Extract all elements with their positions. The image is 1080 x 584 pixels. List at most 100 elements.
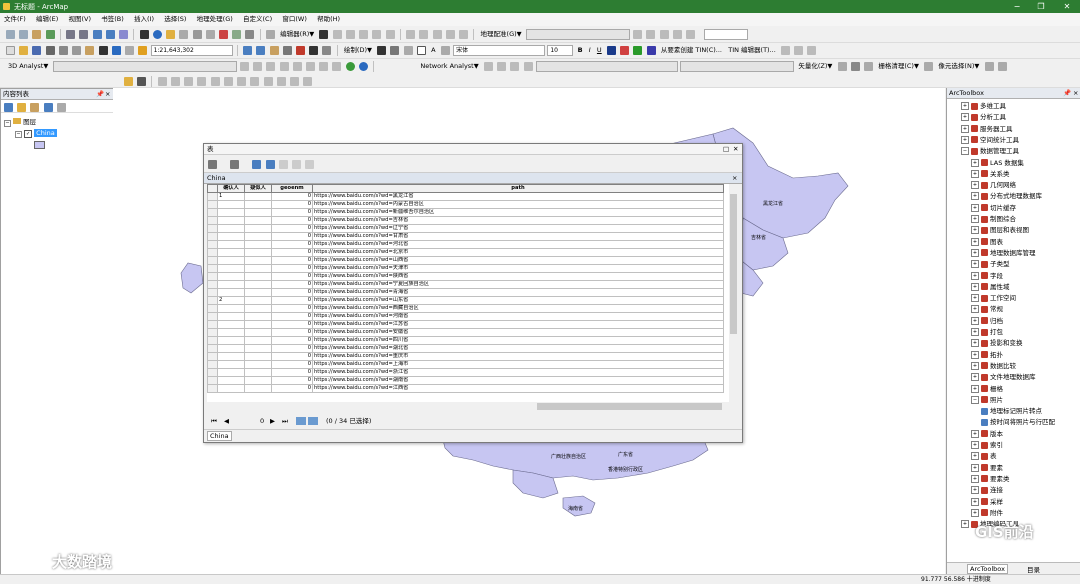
fill-color-icon[interactable] bbox=[620, 46, 630, 55]
expand-icon[interactable]: + bbox=[961, 124, 969, 133]
expand-icon[interactable]: + bbox=[971, 497, 979, 506]
table-cell[interactable]: https://www.baidu.com/s?wd=上海市 bbox=[312, 360, 724, 369]
table-cell[interactable]: https://www.baidu.com/s?wd=江苏省 bbox=[312, 320, 724, 329]
arctoolbox-tab[interactable]: ArcToolbox bbox=[967, 564, 1008, 574]
row-selector[interactable] bbox=[207, 288, 218, 297]
tin-tool3-icon[interactable] bbox=[807, 46, 817, 55]
toolbox-item[interactable]: + 数据比较 bbox=[971, 361, 1016, 372]
table-cell[interactable] bbox=[244, 224, 272, 233]
pin-icon[interactable]: 📌 bbox=[96, 89, 104, 99]
table-cell[interactable]: https://www.baidu.com/s?wd=湖南省 bbox=[312, 376, 724, 385]
table-cell[interactable] bbox=[217, 216, 245, 225]
table-cell[interactable] bbox=[217, 328, 245, 337]
toolbox-item[interactable]: + 投影和变换 bbox=[971, 338, 1023, 349]
tin-editor-button[interactable]: TIN 编辑器(T)... bbox=[726, 43, 778, 58]
table-row[interactable]: 0 https://www.baidu.com/s?wd=内蒙古自治区 bbox=[207, 200, 724, 209]
editor-menu[interactable]: 编辑器(R)▼ bbox=[278, 27, 316, 42]
align12-icon[interactable] bbox=[303, 77, 313, 86]
table-cell[interactable]: 0 bbox=[271, 376, 313, 385]
network-directions-icon[interactable] bbox=[523, 62, 533, 71]
scrollbar-thumb[interactable] bbox=[730, 194, 737, 334]
align11-icon[interactable] bbox=[290, 77, 300, 86]
expand-icon[interactable]: + bbox=[961, 102, 969, 110]
editor-toolbar-icon[interactable] bbox=[265, 30, 275, 39]
table-cell[interactable]: 0 bbox=[271, 360, 313, 369]
table-cell[interactable] bbox=[217, 376, 245, 385]
table-row[interactable]: 0 https://www.baidu.com/s?wd=江苏省 bbox=[207, 320, 724, 329]
network-window-icon[interactable] bbox=[483, 62, 493, 71]
table-cell[interactable] bbox=[244, 288, 272, 297]
toolbox-item[interactable]: + 分析工具 bbox=[961, 112, 1006, 123]
arcscene-icon[interactable] bbox=[345, 62, 355, 71]
vectorize-tool1-icon[interactable] bbox=[837, 62, 847, 71]
list-by-drawing-order-icon[interactable] bbox=[4, 103, 13, 112]
row-selector[interactable] bbox=[207, 344, 218, 353]
marker-color-icon[interactable] bbox=[646, 46, 656, 55]
table-cell[interactable]: https://www.baidu.com/s?wd=河北省 bbox=[312, 240, 724, 249]
close-table-icon[interactable]: × bbox=[732, 173, 737, 183]
table-cell[interactable]: 0 bbox=[271, 296, 313, 305]
table-row[interactable]: 0 https://www.baidu.com/s?wd=湖北省 bbox=[207, 344, 724, 353]
cell-tool2-icon[interactable] bbox=[997, 62, 1007, 71]
network-analyst-menu[interactable]: Network Analyst▼ bbox=[418, 59, 480, 74]
table-cell[interactable] bbox=[217, 200, 245, 209]
row-selector-header[interactable] bbox=[207, 184, 218, 193]
expand-icon[interactable]: + bbox=[971, 169, 979, 178]
table-row[interactable]: 0 https://www.baidu.com/s?wd=新疆维吾尔自治区 bbox=[207, 208, 724, 217]
go-to-xy-icon[interactable] bbox=[232, 30, 242, 39]
table-cell[interactable] bbox=[244, 232, 272, 241]
expand-icon[interactable]: + bbox=[971, 260, 979, 269]
3d-analyst-menu[interactable]: 3D Analyst▼ bbox=[6, 59, 50, 74]
table-cell[interactable] bbox=[244, 312, 272, 321]
layer-name[interactable]: China bbox=[34, 129, 57, 137]
table-cell[interactable]: 0 bbox=[271, 248, 313, 257]
options-icon[interactable] bbox=[56, 103, 66, 112]
table-cell[interactable]: https://www.baidu.com/s?wd=西藏自治区 bbox=[312, 304, 724, 313]
toolbox-item[interactable]: + 栅格 bbox=[971, 384, 1003, 395]
point-icon[interactable] bbox=[385, 30, 395, 39]
toolbox-item[interactable]: + 地理数据库管理 bbox=[971, 248, 1036, 259]
network-create-icon[interactable] bbox=[497, 62, 507, 71]
table-cell[interactable]: https://www.baidu.com/s?wd=新疆维吾尔自治区 bbox=[312, 208, 724, 217]
close-icon[interactable]: ✕ bbox=[733, 144, 738, 154]
underline-button[interactable]: U bbox=[595, 43, 604, 58]
table-row[interactable]: 0 https://www.baidu.com/s?wd=山西省 bbox=[207, 256, 724, 265]
attributes-icon[interactable] bbox=[432, 30, 442, 39]
toolbox-item[interactable]: + 拓扑 bbox=[971, 350, 1003, 361]
attribute-table-window[interactable]: 表 □ ✕ China × 确认人 疑似人 geoenm path 1 0 http… bbox=[203, 143, 743, 443]
georeferencing-menu[interactable]: 地理配准(G)▼ bbox=[479, 27, 524, 42]
expand-icon[interactable]: + bbox=[971, 474, 979, 483]
align3-icon[interactable] bbox=[184, 77, 194, 86]
row-selector[interactable] bbox=[207, 240, 218, 249]
table-row[interactable]: 0 https://www.baidu.com/s?wd=河北省 bbox=[207, 240, 724, 249]
expand-icon[interactable]: + bbox=[971, 226, 979, 235]
measure-icon[interactable] bbox=[192, 30, 202, 39]
row-selector[interactable] bbox=[207, 232, 218, 241]
rotate-tool-icon[interactable] bbox=[419, 30, 429, 39]
expand-icon[interactable]: + bbox=[971, 192, 979, 201]
vectorize-tool3-icon[interactable] bbox=[864, 62, 874, 71]
menu-geoprocessing[interactable]: 地理处理(G) bbox=[193, 13, 237, 26]
python-window-icon[interactable] bbox=[309, 46, 319, 55]
expand-icon[interactable]: + bbox=[961, 520, 969, 529]
catalog-window-icon[interactable] bbox=[269, 46, 279, 55]
table-cell[interactable]: https://www.baidu.com/s?wd=青海省 bbox=[312, 288, 724, 297]
table-cell[interactable]: https://www.baidu.com/s?wd=北京市 bbox=[312, 248, 724, 257]
3d-tool1-icon[interactable] bbox=[239, 62, 249, 71]
expand-icon[interactable]: + bbox=[971, 384, 979, 393]
cell-selection-menu[interactable]: 像元选择(N)▼ bbox=[936, 59, 981, 74]
column-header-path[interactable]: path bbox=[312, 184, 724, 193]
undo-icon[interactable] bbox=[111, 46, 121, 55]
table-cell[interactable]: 2 bbox=[217, 296, 245, 305]
table-cell[interactable] bbox=[217, 248, 245, 257]
table-cell[interactable]: https://www.baidu.com/s?wd=江西省 bbox=[312, 384, 724, 393]
3d-tool7-icon[interactable] bbox=[319, 62, 329, 71]
table-cell[interactable]: 0 bbox=[271, 200, 313, 209]
table-cell[interactable] bbox=[244, 280, 272, 289]
list-by-selection-icon[interactable] bbox=[43, 103, 53, 112]
network-layer-combo[interactable] bbox=[535, 61, 678, 72]
row-selector[interactable] bbox=[207, 376, 218, 385]
3d-tool3-icon[interactable] bbox=[266, 62, 276, 71]
table-tab-china[interactable]: China bbox=[207, 431, 232, 441]
table-cell[interactable]: https://www.baidu.com/s?wd=四川省 bbox=[312, 336, 724, 345]
